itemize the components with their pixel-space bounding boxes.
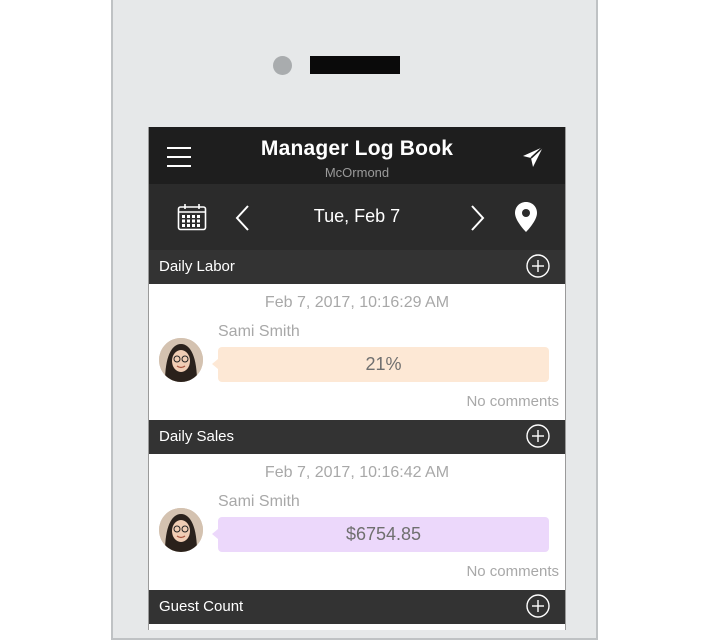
current-date: Tue, Feb 7 <box>313 206 401 226</box>
chevron-right-icon[interactable] <box>467 204 487 232</box>
entry-timestamp: Feb 7, 2017, 10:16:29 AM <box>264 294 450 311</box>
paper-plane-icon[interactable] <box>521 145 545 169</box>
location-subtitle: McOrmond <box>324 165 390 180</box>
section-label: Daily Sales <box>159 428 235 445</box>
labor-value-bubble: 21% <box>218 347 549 382</box>
log-entry: Feb 7, 2017, 10:16:42 AM Sami Smith $675… <box>149 454 565 590</box>
section-label: Daily Labor <box>159 258 235 275</box>
entry-author: Sami Smith <box>218 323 300 340</box>
comments-link[interactable]: No comments <box>466 563 559 580</box>
section-label: Guest Count <box>159 598 244 615</box>
comments-link[interactable]: No comments <box>466 393 559 410</box>
map-pin-icon[interactable] <box>514 201 538 233</box>
date-navigation-bar: Tue, Feb 7 <box>149 184 565 250</box>
entry-author: Sami Smith <box>218 493 300 510</box>
avatar <box>159 508 203 552</box>
phone-speaker <box>310 56 400 74</box>
app-header: Manager Log Book McOrmond <box>149 127 565 184</box>
log-entry: Feb 7, 2017, 10:16:29 AM Sami Smith 21% … <box>149 284 565 420</box>
plus-circle-icon[interactable] <box>526 424 550 448</box>
phone-camera <box>273 56 292 75</box>
app-screen: Manager Log Book McOrmond Tue, Feb 7 Dai… <box>148 127 566 630</box>
plus-circle-icon[interactable] <box>526 254 550 278</box>
section-header-daily-sales: Daily Sales <box>149 420 565 454</box>
sales-value-bubble: $6754.85 <box>218 517 549 552</box>
section-header-guest-count: Guest Count <box>149 590 565 624</box>
plus-circle-icon[interactable] <box>526 594 550 618</box>
avatar <box>159 338 203 382</box>
section-header-daily-labor: Daily Labor <box>149 250 565 284</box>
page-title: Manager Log Book <box>260 137 454 160</box>
entry-timestamp: Feb 7, 2017, 10:16:42 AM <box>264 464 450 481</box>
